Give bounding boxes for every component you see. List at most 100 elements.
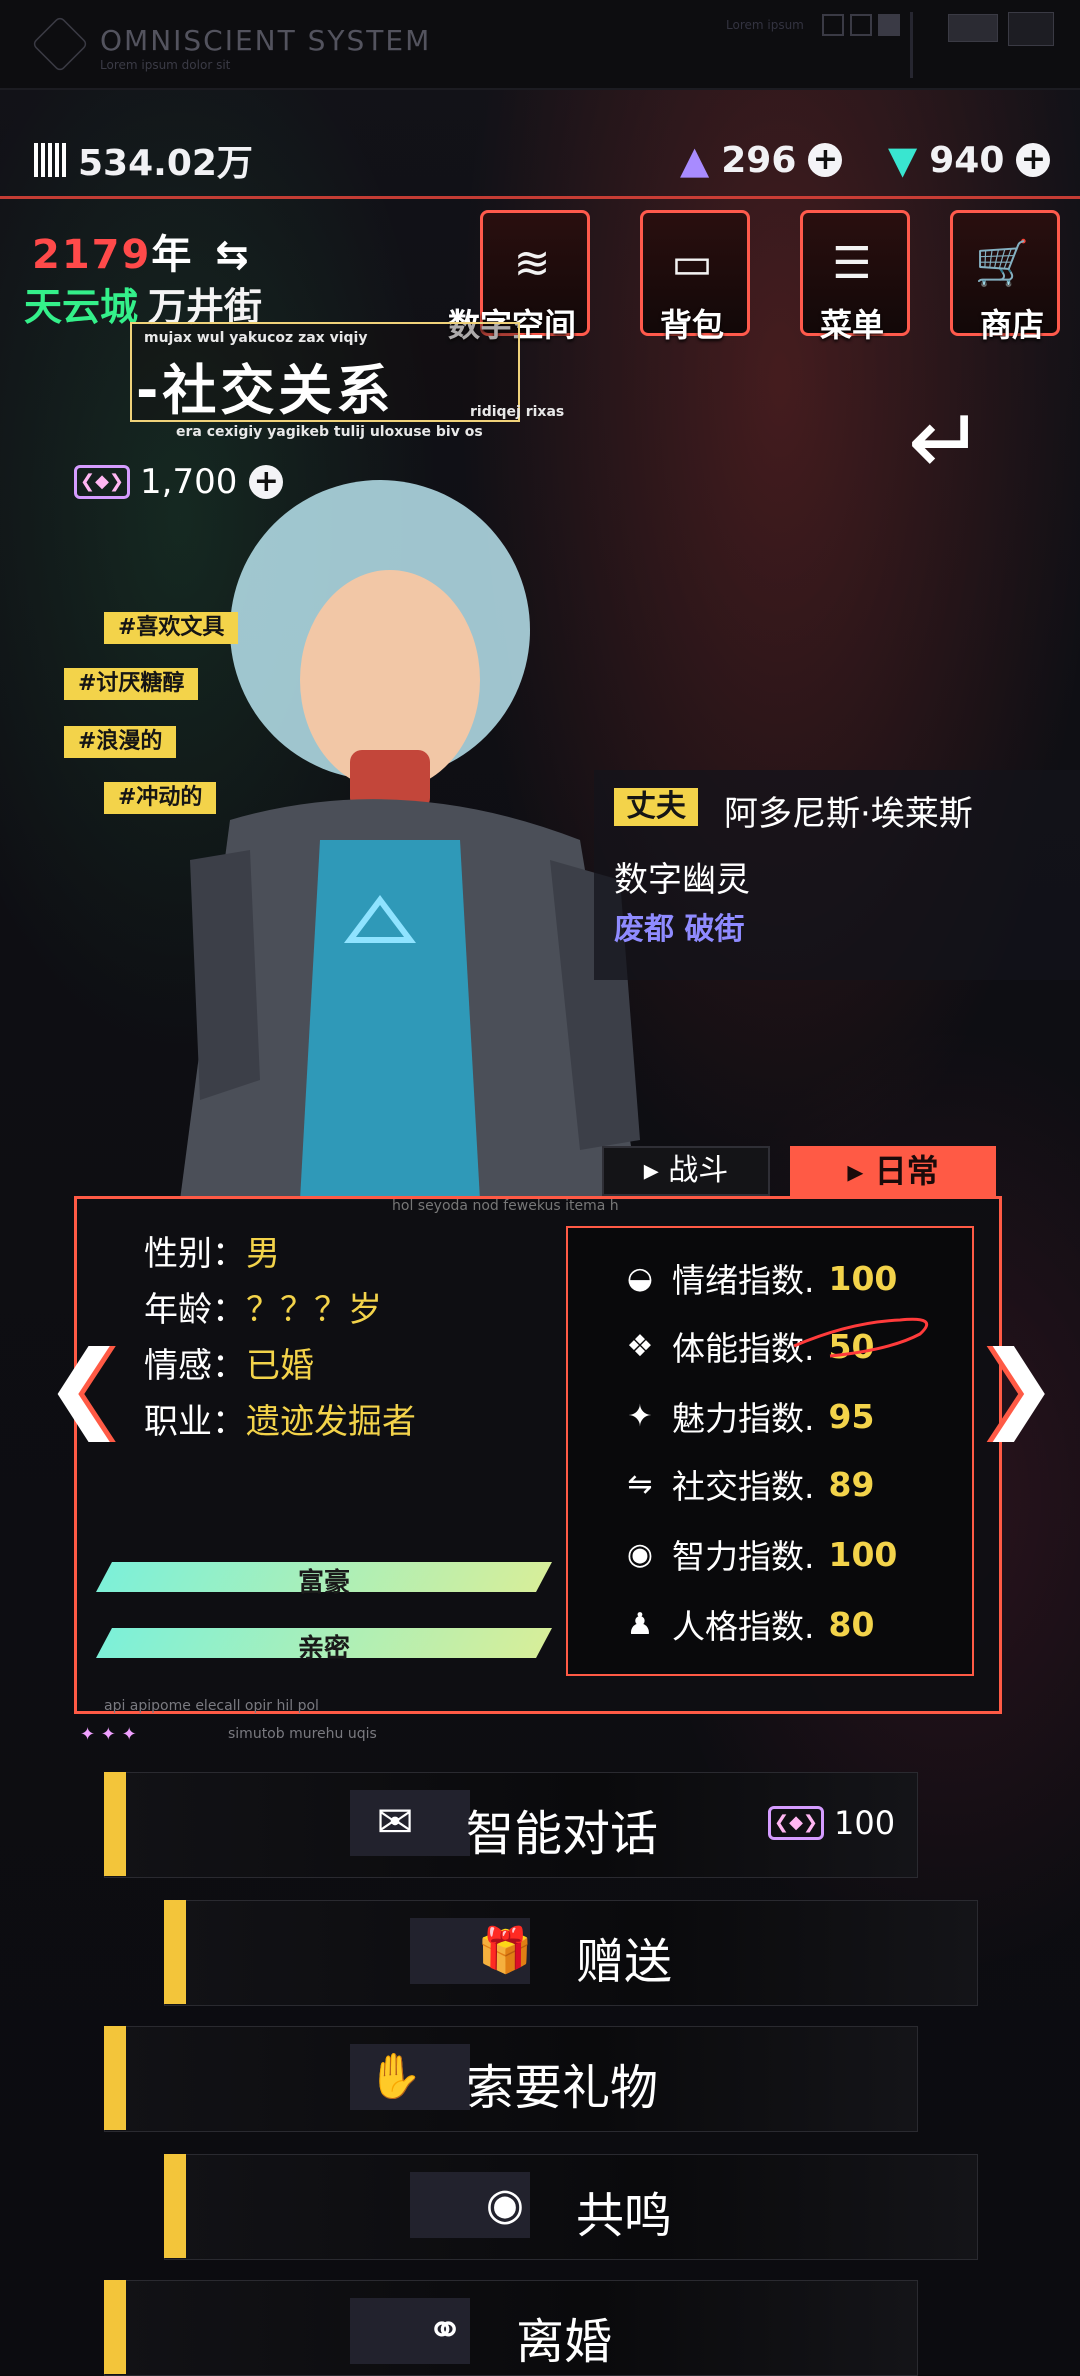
action-smart-chat-label: 智能对话 bbox=[466, 1806, 659, 1862]
stat-charm-label: 魅力指数. bbox=[672, 1399, 815, 1438]
age-label: 年龄： bbox=[144, 1290, 246, 1330]
tab-battle[interactable]: ▸ 战斗 bbox=[602, 1146, 770, 1196]
header-divider bbox=[0, 196, 1080, 199]
footer-lorem-1: api apipome elecall opir hil pol bbox=[104, 1698, 319, 1714]
sparkle-stars-icon: ✦ ✦ ✦ bbox=[80, 1724, 137, 1745]
stat-intelligence: ◉ 智力指数. 100 bbox=[620, 1528, 897, 1580]
age-value: ？？？岁 bbox=[246, 1290, 382, 1330]
stat-social-label: 社交指数. bbox=[672, 1467, 815, 1506]
tab-daily-label: 日常 bbox=[874, 1152, 939, 1190]
purple-crystal-value: 296 bbox=[721, 139, 797, 181]
action-gift-button[interactable] bbox=[164, 1900, 978, 2006]
action-resonance-label: 共鸣 bbox=[576, 2188, 673, 2244]
smart-chat-cost: ❮◆❯ 100 bbox=[768, 1804, 895, 1842]
stat-charm-value: 95 bbox=[828, 1396, 875, 1436]
stat-intelligence-label: 智力指数. bbox=[672, 1537, 815, 1576]
action-divorce-label: 离婚 bbox=[516, 2314, 613, 2370]
tag-dislikes: #讨厌糖醇 bbox=[64, 668, 199, 700]
action-divorce-button[interactable] bbox=[104, 2280, 918, 2376]
list-icon: ☰ bbox=[832, 238, 872, 289]
action-accent bbox=[104, 2280, 126, 2374]
topbar-divider bbox=[910, 12, 913, 78]
nav-bag-label: 背包 bbox=[659, 306, 724, 344]
gender-row: 性别：男 bbox=[144, 1226, 280, 1275]
job-label: 职业： bbox=[144, 1402, 246, 1442]
app-name: OMNISCIENT SYSTEM bbox=[100, 24, 432, 57]
stamina-icon: ❖ bbox=[626, 1328, 654, 1364]
year-suffix: 年 bbox=[151, 232, 194, 278]
spouse-name: 阿多尼斯·埃莱斯 bbox=[724, 794, 973, 834]
app-subtitle: Lorem ipsum dolor sit bbox=[100, 58, 231, 72]
title-lorem-right: ridiqej rixas bbox=[470, 404, 565, 420]
relationship-bar-intimate-label: 亲密 bbox=[297, 1634, 350, 1664]
action-resonance-button[interactable] bbox=[164, 2154, 978, 2260]
profile-panel-caption: hol seyoda nod fewekus itema h bbox=[392, 1198, 619, 1214]
footer-lorem-2: simutob murehu uqis bbox=[228, 1726, 377, 1742]
tag-impulsive: #冲动的 bbox=[104, 782, 217, 814]
eye-icon: ◉ bbox=[485, 2179, 525, 2230]
back-button[interactable]: ↵ bbox=[886, 392, 1006, 492]
mood-icon: ◒ bbox=[626, 1260, 654, 1296]
chat-icon: ✉ bbox=[376, 1797, 414, 1848]
action-accent bbox=[104, 2026, 126, 2130]
cart-icon: 🛒 bbox=[974, 238, 1030, 289]
year-display: 2179年 ⇆ bbox=[32, 222, 251, 280]
relationship-bar-wealthy-label: 富豪 bbox=[297, 1568, 350, 1598]
nav-menu-label: 菜单 bbox=[819, 306, 884, 344]
maximize-icon[interactable] bbox=[878, 14, 900, 36]
job-value: 遗迹发掘者 bbox=[246, 1402, 416, 1442]
tab-battle-label: 战斗 bbox=[668, 1153, 729, 1188]
gift-icon: 🎁 bbox=[477, 1925, 533, 1976]
stat-personality-value: 80 bbox=[828, 1604, 875, 1644]
emotion-value: 已婚 bbox=[246, 1346, 314, 1386]
stat-mood-value: 100 bbox=[828, 1258, 898, 1298]
year-number: 2179 bbox=[32, 232, 152, 278]
panel-icon bbox=[1008, 12, 1054, 46]
emotion-label: 情感： bbox=[144, 1346, 246, 1386]
teal-crystal-display: ▼ 940 + bbox=[888, 136, 1051, 184]
tab-daily[interactable]: ▸ 日常 bbox=[790, 1146, 996, 1196]
social-icon: ⇋ bbox=[627, 1466, 653, 1502]
title-lorem-top: mujax wul yakucoz zax viqiy bbox=[144, 330, 368, 346]
time-skip-icon[interactable]: ⇆ bbox=[215, 232, 251, 278]
action-accent bbox=[164, 1900, 186, 2004]
hand-gift-icon: ✋ bbox=[367, 2051, 423, 2102]
next-arrow-icon[interactable]: ❯ bbox=[978, 1330, 1058, 1442]
stat-personality-label: 人格指数. bbox=[672, 1607, 815, 1646]
stat-mood: ◒ 情绪指数. 100 bbox=[620, 1252, 897, 1304]
title-lorem-bottom: era cexigiy yagikeb tulij uloxuse biv os bbox=[176, 424, 483, 440]
stat-intelligence-value: 100 bbox=[828, 1534, 898, 1574]
minimize-icon[interactable] bbox=[822, 14, 844, 36]
stat-charm: ✦ 魅力指数. 95 bbox=[620, 1390, 874, 1442]
coin-icon: ❮◆❯ bbox=[768, 1806, 824, 1840]
purple-crystal-icon: ▲ bbox=[680, 138, 710, 182]
add-purple-crystal-button[interactable]: + bbox=[808, 143, 843, 177]
display-icon bbox=[948, 14, 998, 42]
tag-likes: #喜欢文具 bbox=[104, 612, 239, 644]
layers-icon: ≋ bbox=[513, 238, 551, 289]
previous-arrow-icon[interactable]: ❮ bbox=[44, 1330, 124, 1442]
gender-value: 男 bbox=[246, 1234, 280, 1274]
sparkle-icon: ✦ bbox=[627, 1398, 653, 1434]
stat-social: ⇋ 社交指数. 89 bbox=[620, 1458, 874, 1510]
age-row: 年龄：？？？岁 bbox=[144, 1282, 382, 1331]
add-teal-crystal-button[interactable]: + bbox=[1016, 143, 1051, 177]
spouse-tag: 丈夫 bbox=[614, 788, 698, 826]
gender-label: 性别： bbox=[144, 1234, 246, 1274]
stat-personality: ♟ 人格指数. 80 bbox=[620, 1598, 875, 1650]
purple-crystal-display: ▲ 296 + bbox=[680, 136, 843, 184]
job-row: 职业：遗迹发掘者 bbox=[144, 1394, 416, 1443]
close-icon[interactable] bbox=[850, 14, 872, 36]
teal-crystal-icon: ▼ bbox=[888, 138, 918, 182]
stat-social-value: 89 bbox=[828, 1464, 875, 1504]
spouse-location: 废都 破街 bbox=[614, 912, 745, 947]
action-accent bbox=[164, 2154, 186, 2258]
money-display: 534.02万 bbox=[34, 136, 253, 184]
system-small-text: Lorem ipsum bbox=[726, 18, 804, 32]
page-title: -社交关系 bbox=[136, 359, 395, 422]
teal-crystal-value: 940 bbox=[929, 139, 1005, 181]
eye-brain-icon: ◉ bbox=[626, 1536, 654, 1572]
scribble-mark bbox=[793, 1317, 929, 1358]
tag-romantic: #浪漫的 bbox=[64, 726, 177, 758]
nav-shop-label: 商店 bbox=[979, 306, 1044, 344]
